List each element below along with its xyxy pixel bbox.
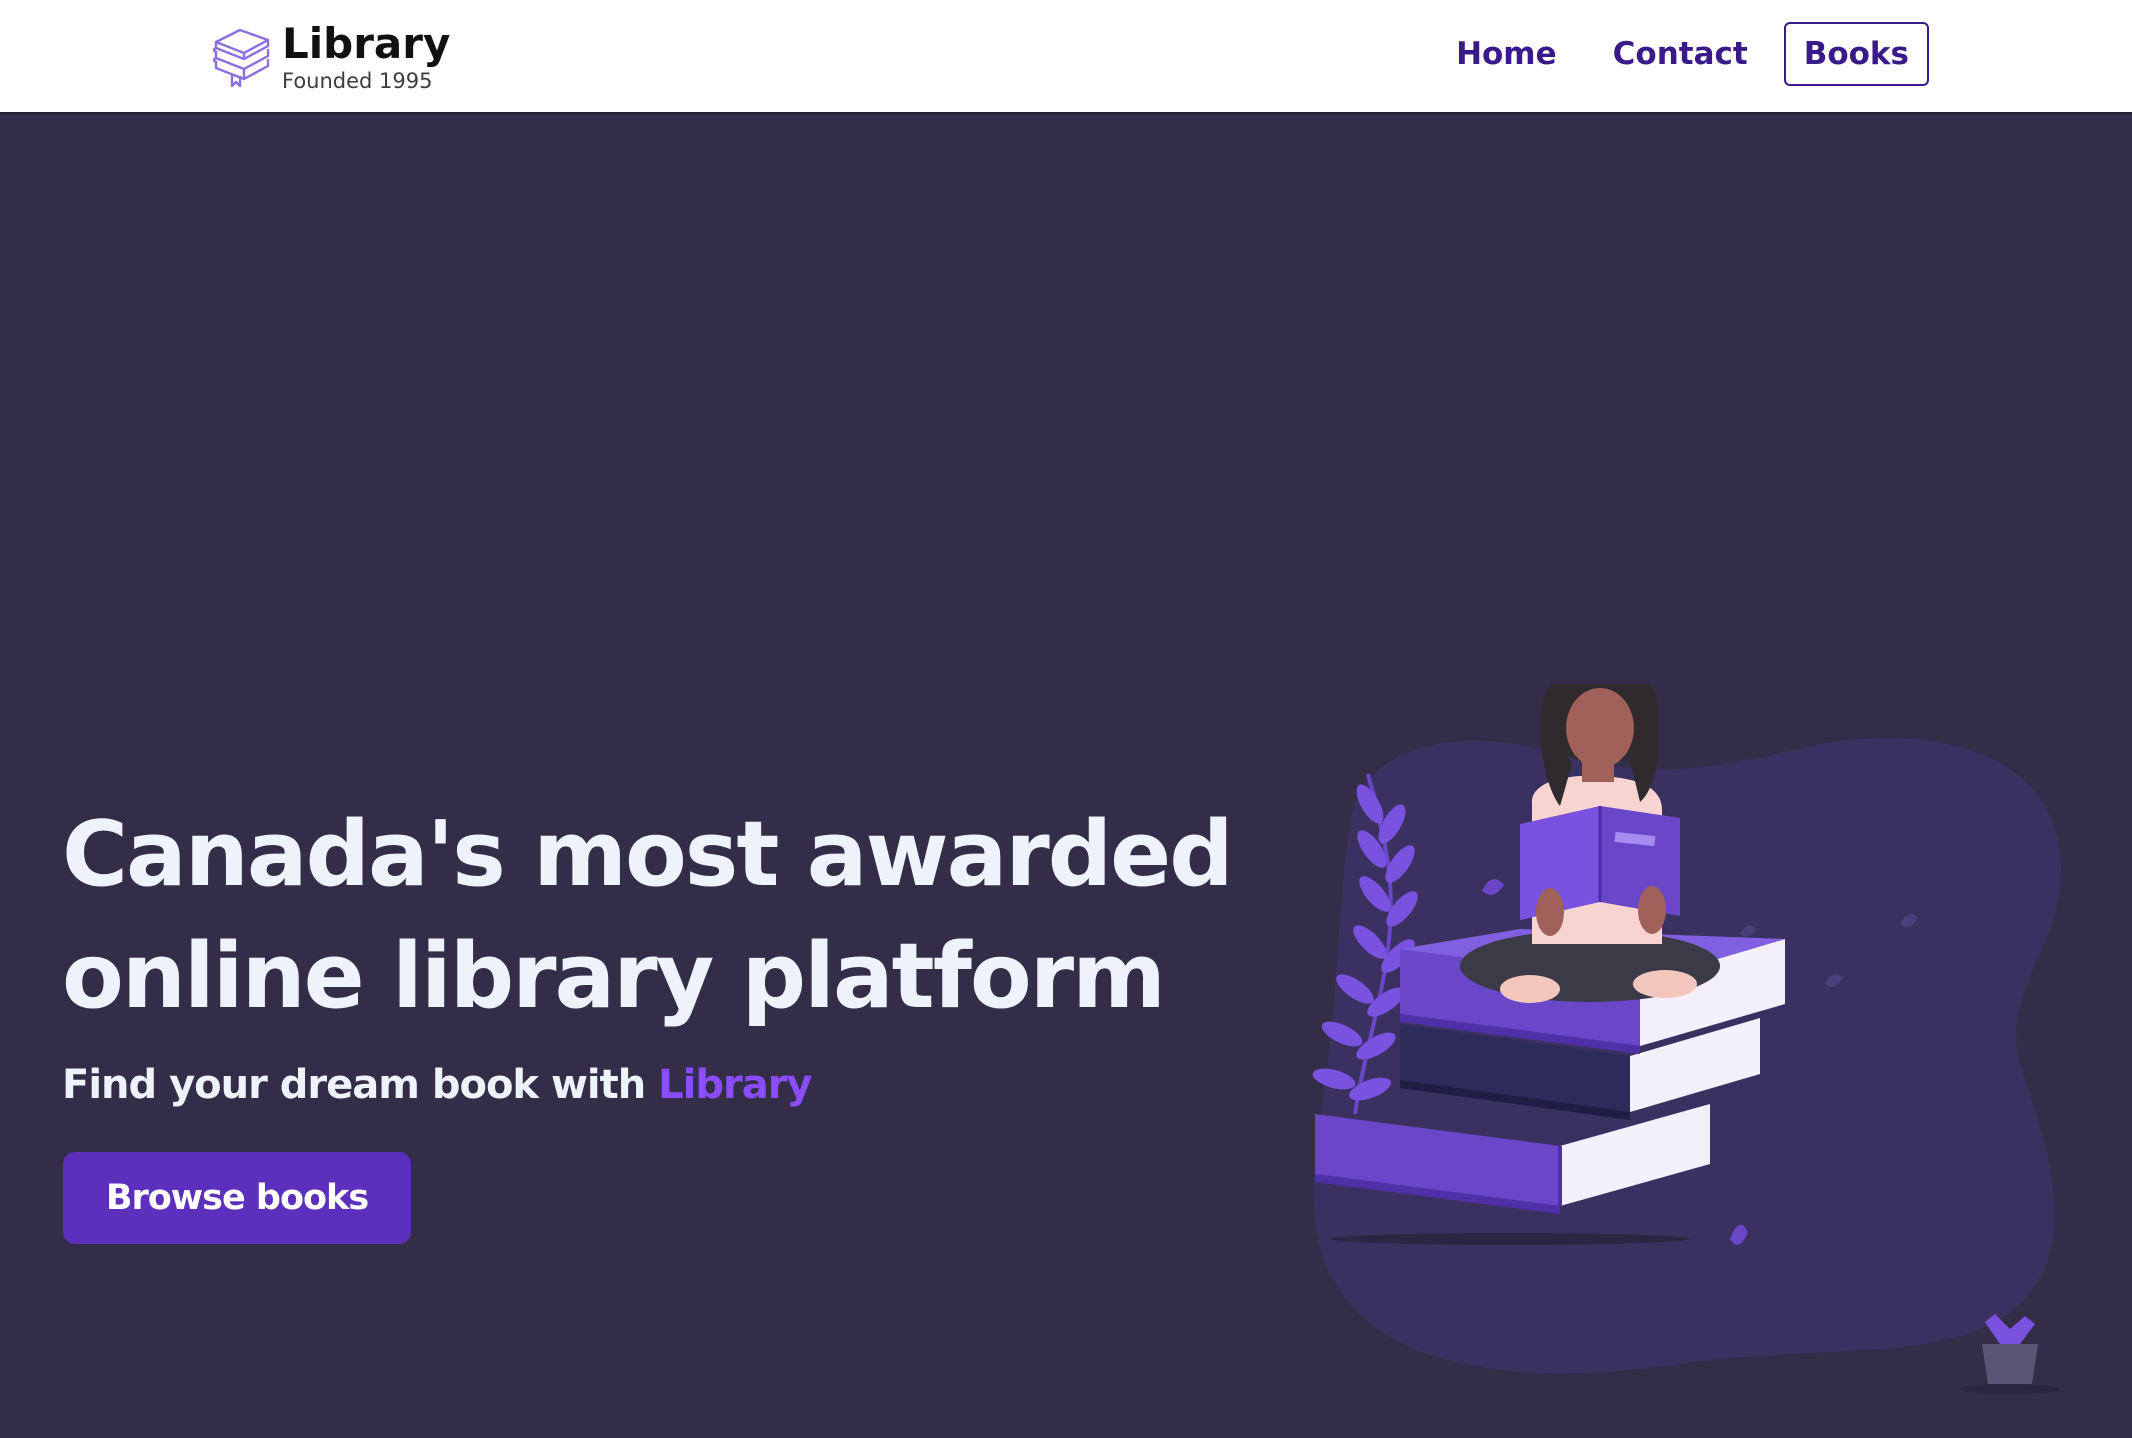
woman-reading-illustration [1312, 684, 2061, 1394]
stacked-books-icon [212, 28, 270, 88]
nav-link-home[interactable]: Home [1436, 22, 1577, 86]
nav-links: Home Contact Books [1436, 20, 1929, 88]
hero-title-line2: online library platform [62, 924, 1166, 1029]
brand-tagline: Founded 1995 [282, 68, 433, 93]
brand-name: Library [282, 18, 451, 68]
hero-subtitle-accent: Library [658, 1062, 812, 1108]
hero-subtitle: Find your dream book with Library [62, 1062, 813, 1108]
nav-link-books[interactable]: Books [1783, 22, 1929, 86]
hero-title: Canada's most awarded online library pla… [62, 794, 1262, 1038]
hero-subtitle-prefix: Find your dream book with [62, 1062, 659, 1108]
nav-link-contact[interactable]: Contact [1593, 22, 1768, 86]
hero-title-line1: Canada's most awarded [62, 802, 1234, 907]
navbar: Library Founded 1995 Home Contact Books [0, 0, 2132, 114]
page: Library Founded 1995 Home Contact Books … [0, 0, 2132, 1438]
hero-section: Canada's most awarded online library pla… [0, 114, 2132, 1438]
brand-logo[interactable]: Library Founded 1995 [210, 12, 450, 102]
browse-books-button[interactable]: Browse books [63, 1152, 411, 1244]
brand-text: Library Founded 1995 [282, 18, 451, 93]
